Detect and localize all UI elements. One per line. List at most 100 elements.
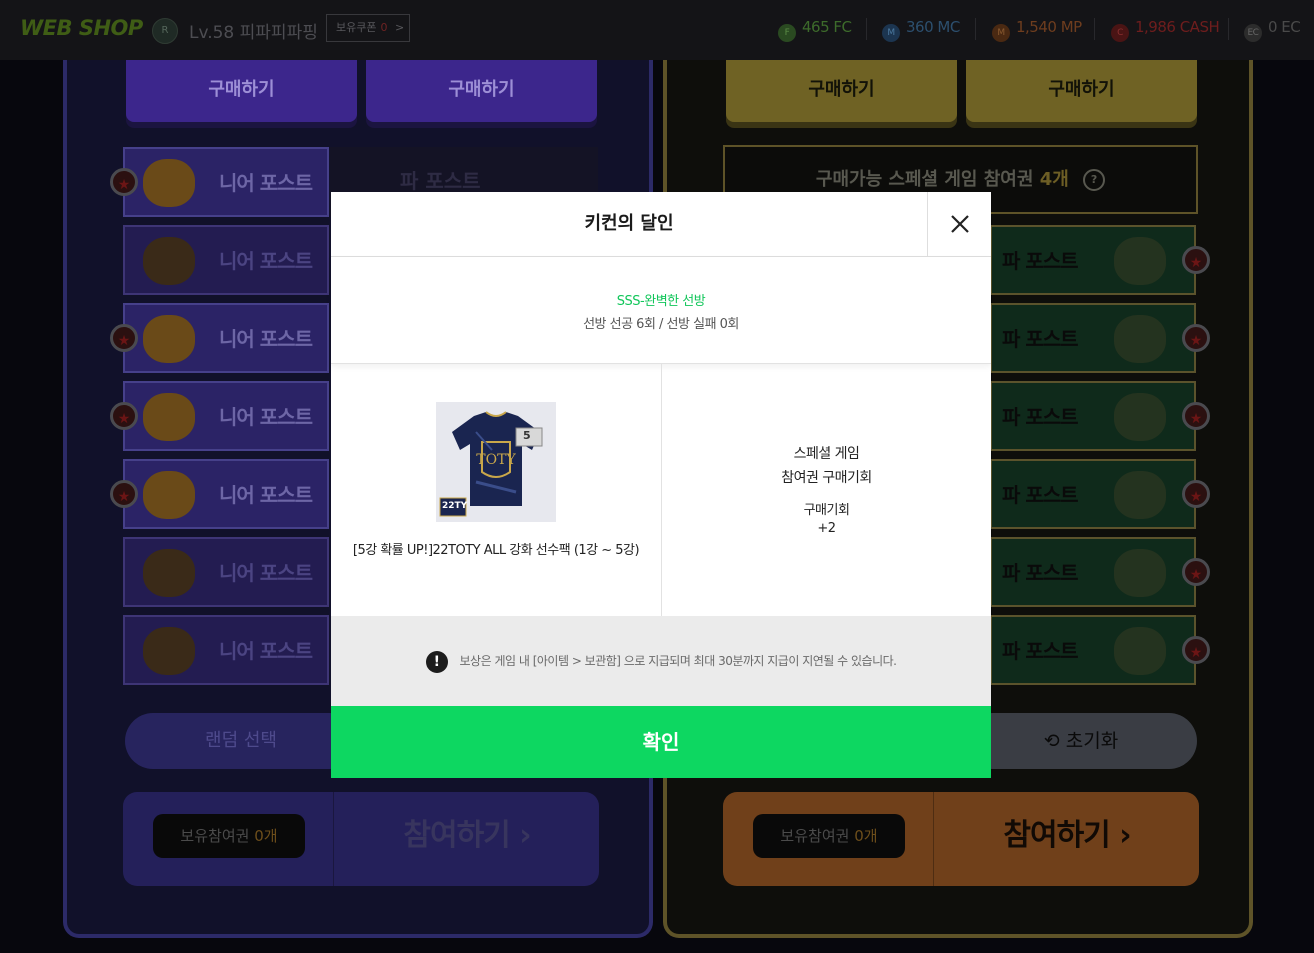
special-game-title: 스페셜 게임 참여권 구매기회 [662,442,991,490]
player-face-icon [143,471,195,519]
special-game-line2: 참여권 구매기회 [781,470,872,486]
logo[interactable]: WEB SHOP [20,16,143,40]
reset-icon: ⟲ [1043,730,1060,752]
near-post-label: 니어 포스트 [219,327,313,351]
far-post-label: 파 포스트 [1002,639,1079,663]
near-join-area: 보유참여권 0개 참여하기 › [123,792,599,886]
ec-coin-icon: EC [1244,24,1262,42]
player-face-icon [143,393,195,441]
far-post-card[interactable]: 파 포스트 [990,615,1196,685]
near-post-card[interactable]: 니어 포스트 [123,225,329,295]
player-face-icon [1114,549,1166,597]
near-post-label: 니어 포스트 [219,171,313,195]
near-post-label: 니어 포스트 [219,561,313,585]
fc-amount: 465 FC [802,18,852,36]
near-post-label: 니어 포스트 [219,249,313,273]
ticket-count: 4개 [1039,169,1069,190]
far-post-label: 파 포스트 [1002,405,1079,429]
star-icon: ★ [110,480,138,508]
far-post-card[interactable]: 파 포스트 [990,225,1196,295]
coupon-label: 보유쿠폰 [336,21,377,34]
far-post-card[interactable]: 파 포스트 [990,303,1196,373]
ec-amount: 0 EC [1268,18,1301,36]
buy-button-1[interactable]: 구매하기 [126,60,357,122]
far-join-area: 보유참여권 0개 참여하기 › [723,792,1199,886]
jersey-pack-image: TOTY 5 22TY [436,402,556,522]
player-face-icon [1114,627,1166,675]
near-post-card[interactable]: 니어 포스트 [123,537,329,607]
result-section: SSS-완벽한 선방 선방 선공 6회 / 선방 실패 0회 [331,257,991,364]
join-label: 참여하기 [1003,818,1110,853]
reset-button[interactable]: ⟲ 초기화 [965,713,1197,769]
reward-item: TOTY 5 22TY [5강 확률 UP!]22TOTY ALL 강화 선수팩… [331,364,662,616]
mp-amount: 1,540 MP [1016,18,1082,36]
buy-button-4[interactable]: 구매하기 [966,60,1197,122]
star-icon: ★ [1182,558,1210,586]
held-ticket-label: 보유참여권 [780,827,850,845]
near-post-label: 니어 포스트 [219,483,313,507]
player-face-icon [1114,315,1166,363]
modal-header: 키컨의 달인 [331,192,991,257]
cash-coin-icon: C [1111,24,1129,42]
player-face-icon [143,627,195,675]
near-post-card[interactable]: 니어 포스트 [123,147,329,217]
player-face-icon [1114,237,1166,285]
player-face-icon [1114,471,1166,519]
currency-ec: EC 0 EC [1244,18,1301,42]
join-button[interactable]: 참여하기 › [333,792,600,886]
fc-coin-icon: F [778,24,796,42]
warning-icon: ! [425,650,448,673]
cash-amount: 1,986 CASH [1135,18,1220,36]
purchase-chance-value: +2 [817,521,836,536]
currency-fc: F 465 FC [778,18,852,42]
far-post-label: 파 포스트 [1002,249,1079,273]
mc-amount: 360 MC [906,18,960,36]
coupon-button[interactable]: 보유쿠폰 0 > [326,14,410,42]
held-ticket-pill: 보유참여권 0개 [753,814,905,858]
near-post-card[interactable]: 니어 포스트 [123,303,329,373]
item-name: [5강 확률 UP!]22TOTY ALL 강화 선수팩 (1강 ~ 5강) [352,543,640,558]
near-post-card[interactable]: 니어 포스트 [123,381,329,451]
confirm-button[interactable]: 확인 [331,706,991,778]
modal-title: 키컨의 달인 [584,213,674,234]
user-level: Lv.58 피파피파핑 [189,23,318,43]
notice-bar: ! 보상은 게임 내 [아이템 > 보관함] 으로 지급되며 최대 30분까지 지… [331,616,991,706]
currency-mp: M 1,540 MP [992,18,1082,42]
help-icon[interactable]: ? [1083,169,1106,191]
buy-button-2[interactable]: 구매하기 [366,60,597,122]
currency-cash: C 1,986 CASH [1111,18,1220,42]
chevron-right-icon: > [394,21,405,34]
ticket-text: 구매가능 스페셜 게임 참여권 [815,169,1034,190]
star-icon: ★ [1182,636,1210,664]
rank-badge: R [152,18,178,44]
currency-mc: M 360 MC [882,18,960,42]
join-label: 참여하기 [403,818,510,853]
item-grade-badge: 5 [523,429,531,442]
mp-coin-icon: M [992,24,1010,42]
held-ticket-label: 보유참여권 [180,827,250,845]
far-post-card[interactable]: 파 포스트 [990,459,1196,529]
near-post-label: 니어 포스트 [219,405,313,429]
purchase-chance: 구매기회 +2 [662,502,991,538]
join-button[interactable]: 참여하기 › [933,792,1200,886]
star-icon: ★ [1182,402,1210,430]
star-icon: ★ [110,402,138,430]
coupon-count: 0 [380,21,388,34]
player-face-icon [143,315,195,363]
near-post-card[interactable]: 니어 포스트 [123,615,329,685]
random-select-button[interactable]: 랜덤 선택 [125,713,357,769]
player-face-icon [143,549,195,597]
far-post-label: 파 포스트 [1002,327,1079,351]
far-post-card[interactable]: 파 포스트 [990,537,1196,607]
star-icon: ★ [1182,246,1210,274]
near-post-card[interactable]: 니어 포스트 [123,459,329,529]
held-ticket-count: 0개 [854,827,878,845]
player-face-icon [143,159,195,207]
close-icon [951,215,969,233]
close-button[interactable] [927,192,991,256]
mc-coin-icon: M [882,24,900,42]
notice-text: 보상은 게임 내 [아이템 > 보관함] 으로 지급되며 최대 30분까지 지급… [459,654,897,668]
buy-button-3[interactable]: 구매하기 [726,60,957,122]
star-icon: ★ [1182,480,1210,508]
far-post-card[interactable]: 파 포스트 [990,381,1196,451]
